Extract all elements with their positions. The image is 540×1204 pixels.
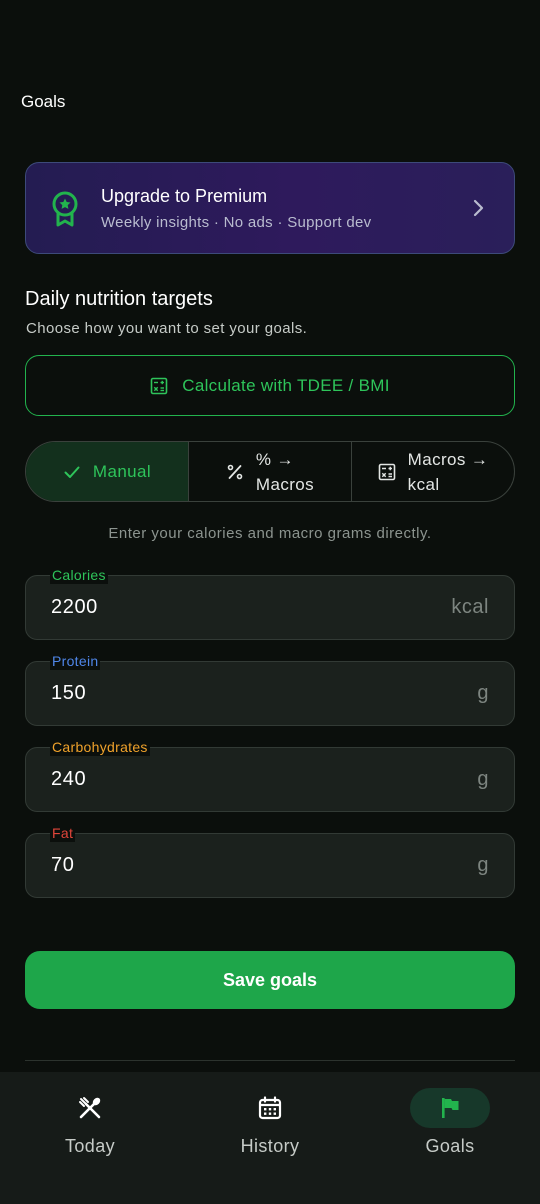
mode-manual-label: Manual [92,462,152,481]
fat-field[interactable]: Fat 70 g [25,824,515,898]
divider [25,1060,515,1061]
utensils-icon [79,1097,101,1119]
carbohydrates-value: 240 [51,768,87,790]
save-goals-button[interactable]: Save goals [25,951,515,1009]
chevron-right-icon [473,199,484,217]
section-subtitle: Choose how you want to set your goals. [26,320,308,337]
calculate-tdee-button[interactable]: Calculate with TDEE / BMI [25,355,515,416]
calories-value: 2200 [51,596,98,618]
percent-icon [227,464,243,479]
calculator-icon [150,377,168,394]
mode-kcal-label-line2: kcal [407,474,440,494]
mode-kcal-label-line1: Macros → [407,449,489,469]
protein-label: Protein [50,652,101,670]
calories-label: Calories [50,566,108,584]
protein-unit: g [477,682,489,704]
goal-mode-selector: Manual % → Macros Macros → kcal [25,441,515,502]
mode-percent-label-line2: Macros [255,474,315,494]
bottom-navigation: Today History Goals [0,1072,540,1204]
calories-unit: kcal [451,596,489,618]
page-title: Goals [21,92,66,111]
nav-history-label: History [240,1136,300,1156]
nav-today[interactable]: Today [0,1072,180,1204]
fat-value: 70 [51,854,75,876]
mode-percent-label-line1: % → [255,449,294,469]
section-title: Daily nutrition targets [25,288,213,310]
mode-macros-kcal[interactable]: Macros → kcal [352,442,514,501]
fat-label: Fat [50,824,76,842]
calories-field[interactable]: Calories 2200 kcal [25,566,515,640]
nav-goals[interactable]: Goals [360,1072,540,1204]
flag-icon [442,1098,459,1118]
mode-helper-text: Enter your calories and macro grams dire… [108,525,432,542]
fat-unit: g [477,854,489,876]
calculate-tdee-label: Calculate with TDEE / BMI [182,375,390,395]
mode-percent-macros[interactable]: % → Macros [189,442,352,501]
premium-title: Upgrade to Premium [101,186,268,206]
nav-goals-label: Goals [425,1136,475,1156]
calculator-icon [378,463,395,480]
carbohydrates-label: Carbohydrates [50,738,150,756]
award-icon [52,191,78,227]
mode-manual[interactable]: Manual [26,442,189,501]
protein-field[interactable]: Protein 150 g [25,652,515,726]
check-icon [64,466,80,478]
carbohydrates-field[interactable]: Carbohydrates 240 g [25,738,515,812]
premium-subtitle: Weekly insights · No ads · Support dev [101,214,372,231]
protein-value: 150 [51,682,87,704]
calendar-icon [258,1096,282,1120]
nav-history[interactable]: History [180,1072,360,1204]
premium-upgrade-card[interactable]: Upgrade to Premium Weekly insights · No … [25,162,515,254]
nav-today-label: Today [64,1136,116,1156]
carbohydrates-unit: g [477,768,489,790]
